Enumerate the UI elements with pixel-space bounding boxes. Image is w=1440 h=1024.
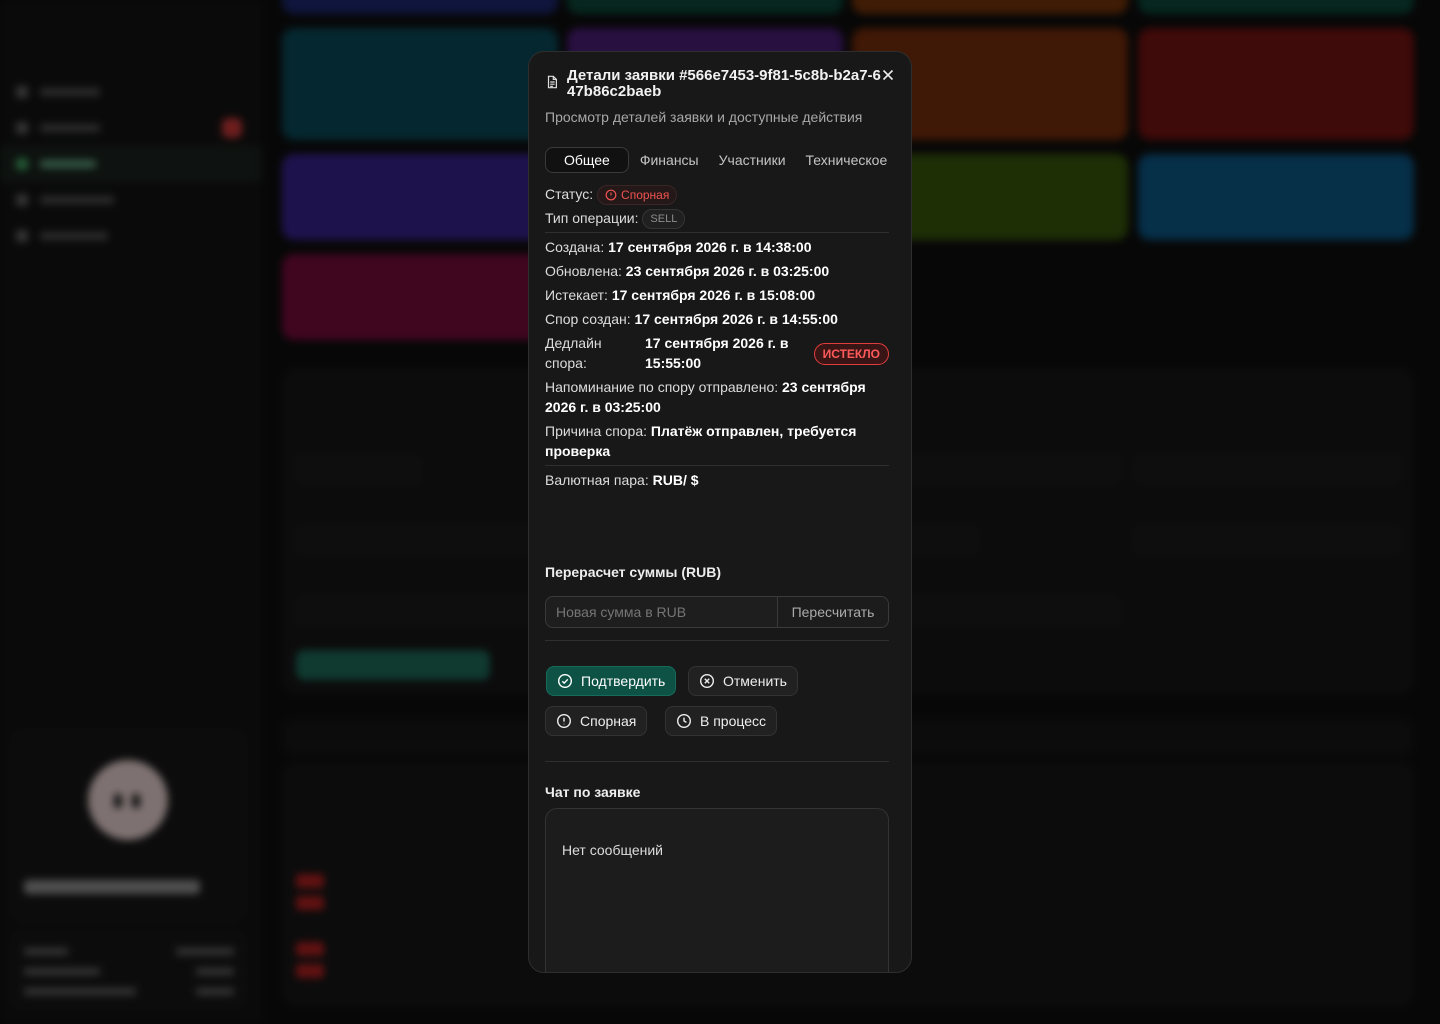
expires-label: Истекает: xyxy=(545,287,608,303)
chat-empty-text: Нет сообщений xyxy=(562,842,664,858)
status-badge: Спорная xyxy=(597,185,678,206)
clock-icon xyxy=(676,713,692,729)
status-row: Статус: Спорная xyxy=(545,184,889,206)
op-type-label: Тип операции: xyxy=(545,210,639,226)
expired-badge: ИСТЕКЛО xyxy=(813,343,889,365)
order-details-modal: Детали заявки #566e7453-9f81-5c8b-b2a7-6… xyxy=(528,51,912,973)
pair-row: Валютная пара: RUB/ $ xyxy=(545,470,889,490)
cancel-label: Отменить xyxy=(723,673,787,689)
reason-label: Причина спора: xyxy=(545,423,648,439)
modal-tabs: Общее Финансы Участники Техническое xyxy=(545,146,889,174)
created-label: Создана: xyxy=(545,239,605,255)
in-process-label: В процесс xyxy=(700,713,767,729)
created-row: Создана: 17 сентября 2026 г. в 14:38:00 xyxy=(545,237,889,257)
created-value: 17 сентября 2026 г. в 14:38:00 xyxy=(608,239,812,255)
close-icon[interactable] xyxy=(879,66,897,84)
divider xyxy=(545,640,889,641)
reason-row: Причина спора: Платёж отправлен, требует… xyxy=(545,421,889,461)
tab-technical[interactable]: Техническое xyxy=(797,147,889,173)
divider xyxy=(545,232,889,233)
alert-circle-icon xyxy=(556,713,572,729)
divider xyxy=(545,761,889,762)
dispute-created-label: Спор создан: xyxy=(545,311,631,327)
modal-title: Детали заявки #566e7453-9f81-5c8b-b2a7-6… xyxy=(567,67,881,100)
tab-finance[interactable]: Финансы xyxy=(631,147,708,173)
status-label: Статус: xyxy=(545,186,594,202)
cancel-button[interactable]: Отменить xyxy=(688,666,798,696)
modal-subtitle: Просмотр деталей заявки и доступные дейс… xyxy=(545,109,863,125)
recalc-button[interactable]: Пересчитать xyxy=(777,596,889,628)
pair-value: RUB/ $ xyxy=(652,472,699,488)
expires-value: 17 сентября 2026 г. в 15:08:00 xyxy=(611,287,816,303)
op-type-badge: SELL xyxy=(642,209,686,230)
alert-circle-icon xyxy=(605,189,617,201)
updated-value: 23 сентября 2026 г. в 03:25:00 xyxy=(625,263,830,279)
dispute-button[interactable]: Спорная xyxy=(545,706,648,736)
confirm-button[interactable]: Подтвердить xyxy=(546,666,677,696)
reminder-row: Напоминание по спору отправлено: 23 сент… xyxy=(545,377,889,417)
dispute-label: Спорная xyxy=(580,713,637,729)
check-circle-icon xyxy=(557,673,573,689)
recalc-title: Перерасчет суммы (RUB) xyxy=(545,564,722,580)
chat-title: Чат по заявке xyxy=(545,784,641,800)
chat-box[interactable]: Нет сообщений xyxy=(545,808,889,972)
divider xyxy=(545,465,889,466)
dispute-created-row: Спор создан: 17 сентября 2026 г. в 14:55… xyxy=(545,309,889,329)
dispute-created-value: 17 сентября 2026 г. в 14:55:00 xyxy=(634,311,838,327)
dispute-deadline-row: Дедлайн спора: 17 сентября 2026 г. в 15:… xyxy=(545,333,889,373)
dispute-deadline-value: 17 сентября 2026 г. в 15:55:00 xyxy=(645,335,789,371)
in-process-button[interactable]: В процесс xyxy=(665,706,778,736)
tab-participants[interactable]: Участники xyxy=(710,147,795,173)
reminder-label: Напоминание по спору отправлено: xyxy=(545,379,779,395)
expires-row: Истекает: 17 сентября 2026 г. в 15:08:00 xyxy=(545,285,889,305)
tab-general[interactable]: Общее xyxy=(545,147,629,173)
op-type-row: Тип операции: SELL xyxy=(545,208,889,230)
status-value: Спорная xyxy=(621,188,670,203)
modal-header: Детали заявки #566e7453-9f81-5c8b-b2a7-6… xyxy=(545,68,885,100)
document-icon xyxy=(547,75,557,89)
updated-label: Обновлена: xyxy=(545,263,622,279)
x-circle-icon xyxy=(699,673,715,689)
updated-row: Обновлена: 23 сентября 2026 г. в 03:25:0… xyxy=(545,261,889,281)
dispute-deadline-label: Дедлайн спора: xyxy=(545,335,602,371)
recalc-amount-input[interactable] xyxy=(545,596,778,628)
confirm-label: Подтвердить xyxy=(581,673,666,689)
pair-label: Валютная пара: xyxy=(545,472,649,488)
